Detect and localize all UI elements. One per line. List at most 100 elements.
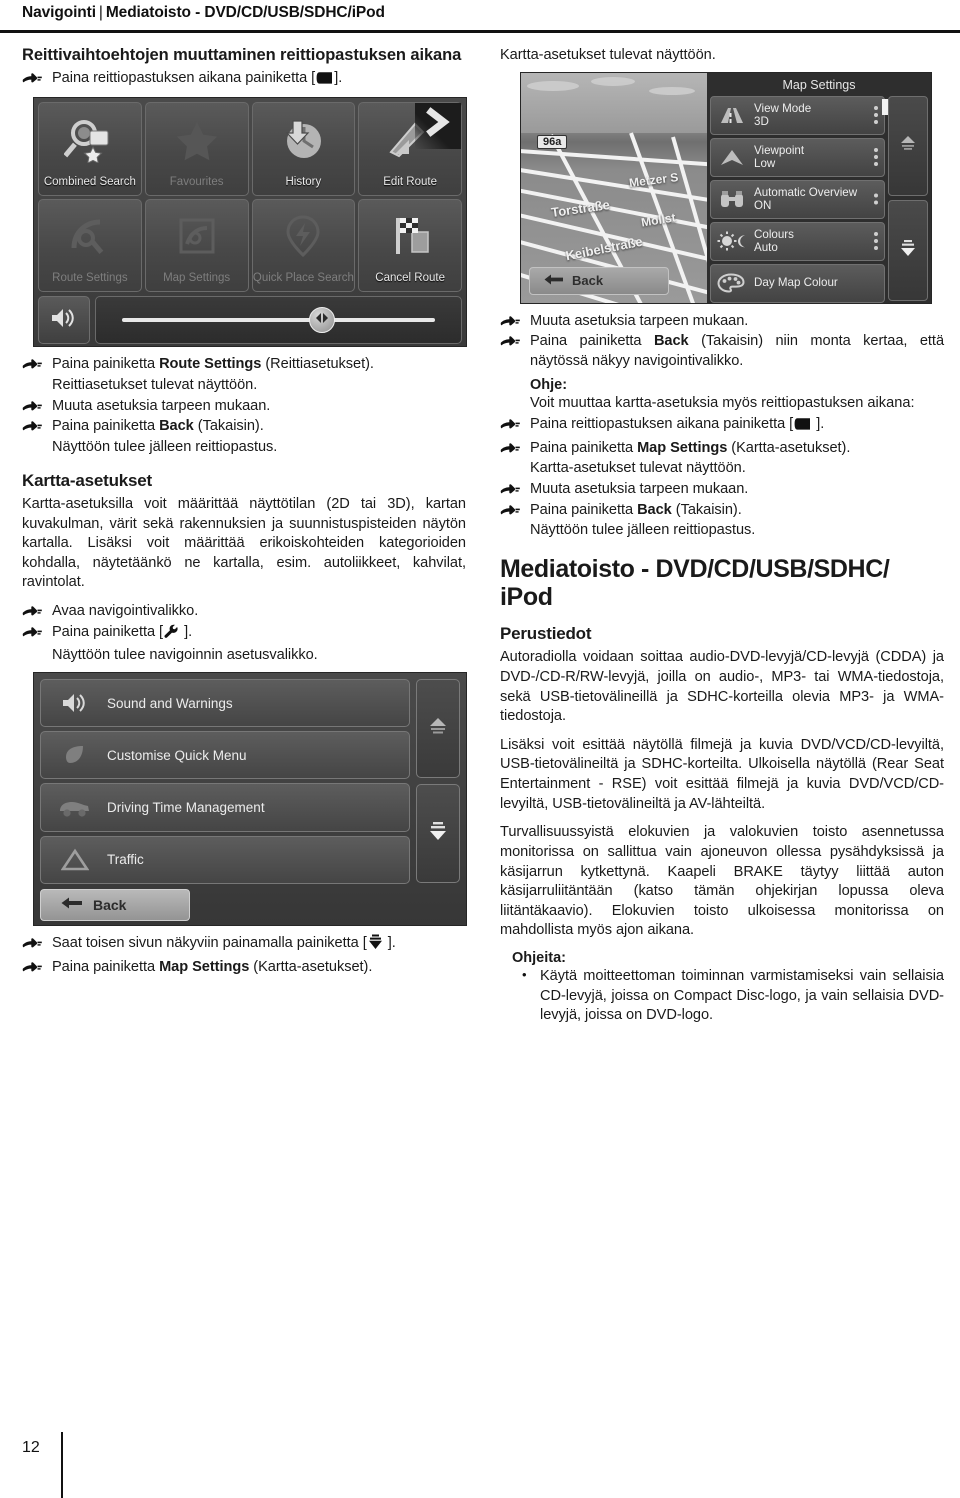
step-text-post: (Takaisin). xyxy=(671,501,742,518)
back-arrow-icon xyxy=(61,896,83,913)
step-text: Muuta asetuksia tarpeen mukaan. xyxy=(530,312,749,329)
hand-pointer-icon xyxy=(22,626,46,642)
step-text-pre: Paina painiketta xyxy=(52,418,160,435)
page-down-icon xyxy=(368,934,383,957)
tips-list: Käytä moitteettoman toiminnan varmistami… xyxy=(512,966,944,1026)
nav-cell-combined-search[interactable]: Combined Search xyxy=(38,102,142,196)
map-back-button[interactable]: Back xyxy=(529,266,669,295)
next-arrow-corner[interactable] xyxy=(415,103,461,150)
paragraph-map-settings: Kartta-asetuksilla voit määrittää näyttö… xyxy=(22,495,466,591)
scroll-up-button[interactable] xyxy=(416,678,460,778)
nav-cell-route-settings[interactable]: Route Settings xyxy=(38,198,142,293)
nav-cell-favourites[interactable]: Favourites xyxy=(144,102,249,196)
cloud-shape xyxy=(527,80,579,91)
step-text-pre: Paina reittiopastuksen aikana painiketta… xyxy=(52,69,316,86)
scroll-down-button[interactable] xyxy=(416,783,460,883)
step-item: Paina reittiopastuksen aikana painiketta… xyxy=(22,69,466,92)
nav-cell-history[interactable]: History xyxy=(251,102,356,196)
palette-icon xyxy=(717,273,747,293)
step-text-pre: Paina painiketta xyxy=(530,333,654,350)
pin-flash-icon xyxy=(253,200,355,272)
volume-slider[interactable] xyxy=(95,296,462,345)
settings-row-driving-time-management[interactable]: Driving Time Management xyxy=(40,783,410,832)
scroll-down-icon xyxy=(898,237,918,264)
map-settings-title: Map Settings xyxy=(782,77,856,92)
step-item: Paina painiketta Map Settings (Kartta-as… xyxy=(22,958,466,978)
left-column: Reittivaihtoehtojen muuttaminen reittiop… xyxy=(22,46,467,978)
map-key-icon xyxy=(794,417,811,438)
step-item: Muuta asetuksia tarpeen mukaan. xyxy=(500,480,944,500)
hand-pointer-icon xyxy=(22,72,46,88)
nav-cell-quick-place-search[interactable]: Quick Place Search xyxy=(251,198,356,293)
speaker-icon xyxy=(55,691,95,715)
step-item: Saat toisen sivun näkyviin painamalla pa… xyxy=(22,934,466,957)
step-text-post: (Reittiasetukset). xyxy=(261,356,374,373)
page-number: 12 xyxy=(22,1439,40,1456)
settings-back-button[interactable]: Back xyxy=(40,888,190,921)
map-row-automatic-overview[interactable]: Automatic Overview ON xyxy=(710,179,885,219)
nav-cell-cancel-route[interactable]: Cancel Route xyxy=(358,198,462,293)
step-item: Paina painiketta Map Settings (Kartta-as… xyxy=(500,439,944,459)
checkered-flag-icon xyxy=(359,200,461,272)
settings-row-sound-and-warnings[interactable]: Sound and Warnings xyxy=(40,678,410,728)
map-row-view-mode[interactable]: View Mode 3D xyxy=(710,95,885,135)
nav-screenshot-wrapper: Combined Search Favourites History Edit … xyxy=(33,97,467,348)
settings-screenshot-wrapper: Sound and Warnings Customise Quick Menu … xyxy=(33,671,467,926)
nav-cell-label: Map Settings xyxy=(163,272,231,285)
wrench-icon xyxy=(164,624,179,646)
step-note: Näyttöön tulee jälleen reittiopastus. xyxy=(500,521,944,541)
more-dots-icon xyxy=(874,193,878,205)
nav-cell-edit-route[interactable]: Edit Route xyxy=(358,102,462,196)
map-settings-rows-area: View Mode 3D Viewpoint Low Automatic Ove… xyxy=(710,95,928,303)
map-row-day-map-colour[interactable]: Day Map Colour xyxy=(710,263,885,303)
tip-label: Ohje: xyxy=(530,376,568,393)
binoculars-icon xyxy=(717,189,747,209)
map-row-viewpoint[interactable]: Viewpoint Low xyxy=(710,137,885,177)
nav-bottom-bar xyxy=(38,296,462,345)
slider-track xyxy=(122,318,435,323)
nav-cell-label: Quick Place Search xyxy=(252,272,354,285)
step-text-pre: Paina reittiopastuksen aikana painiketta… xyxy=(530,416,794,433)
section-heading-route-options: Reittivaihtoehtojen muuttaminen reittiop… xyxy=(22,46,462,64)
slider-knob[interactable] xyxy=(309,307,336,334)
scroll-down-icon xyxy=(427,819,449,848)
map-row-label: View Mode xyxy=(754,101,812,115)
hand-pointer-icon xyxy=(22,400,46,416)
list-item: Käytä moitteettoman toiminnan varmistami… xyxy=(512,966,944,1026)
step-text-post: (Kartta-asetukset). xyxy=(249,958,373,975)
nav-cell-map-settings[interactable]: Map Settings xyxy=(144,198,249,293)
step-text-pre: Saat toisen sivun näkyviin painamalla pa… xyxy=(52,934,367,951)
map-screenshot-wrapper: 96a Metzer S Torstraße Mollst Keibelstra… xyxy=(520,71,944,304)
road-shield: 96a xyxy=(537,134,568,149)
more-dots-icon xyxy=(874,106,878,125)
map-row-value: Low xyxy=(754,157,776,171)
wrench-route-icon xyxy=(39,200,141,272)
step-note-text: Kartta-asetukset tulevat näyttöön. xyxy=(530,460,746,477)
volume-button[interactable] xyxy=(38,296,90,345)
running-head-section: Navigointi xyxy=(22,4,96,21)
step-list-map-settings-adjust: Muuta asetuksia tarpeen mukaan. Paina pa… xyxy=(500,312,944,372)
map-preview-pane[interactable]: 96a Metzer S Torstraße Mollst Keibelstra… xyxy=(521,72,707,303)
step-list-during-guidance: Paina reittiopastuksen aikana painiketta… xyxy=(500,415,944,541)
map-scroll-down-button[interactable] xyxy=(888,200,928,301)
map-row-colours[interactable]: Colours Auto xyxy=(710,221,885,261)
step-item: Paina painiketta [ ]. xyxy=(22,623,466,646)
navigation-quick-menu-screenshot: Combined Search Favourites History Edit … xyxy=(33,97,467,348)
step-list-open-nav-menu: Avaa navigointivalikko. Paina painiketta… xyxy=(22,602,466,666)
step-item: Paina painiketta Back (Takaisin). xyxy=(500,501,944,521)
map-row-text: View Mode 3D xyxy=(754,102,811,129)
map-row-label: Automatic Overview xyxy=(754,185,858,199)
settings-row-traffic[interactable]: Traffic xyxy=(40,835,410,884)
step-item: Paina reittiopastuksen aikana painiketta… xyxy=(500,415,944,438)
navigation-settings-screenshot: Sound and Warnings Customise Quick Menu … xyxy=(33,671,467,926)
step-text: Muuta asetuksia tarpeen mukaan. xyxy=(530,481,749,497)
magnifier-star-icon xyxy=(39,103,141,175)
scroll-thumb[interactable] xyxy=(882,98,888,115)
settings-scrollbar[interactable] xyxy=(416,678,460,921)
settings-row-customise-quick-menu[interactable]: Customise Quick Menu xyxy=(40,731,410,780)
star-icon xyxy=(146,103,248,175)
speaker-icon xyxy=(49,306,79,335)
step-note-text: Reittiasetukset tulevat näyttöön. xyxy=(52,377,258,394)
map-scroll-up-button[interactable] xyxy=(882,95,928,197)
map-scrollbar[interactable] xyxy=(882,95,928,303)
